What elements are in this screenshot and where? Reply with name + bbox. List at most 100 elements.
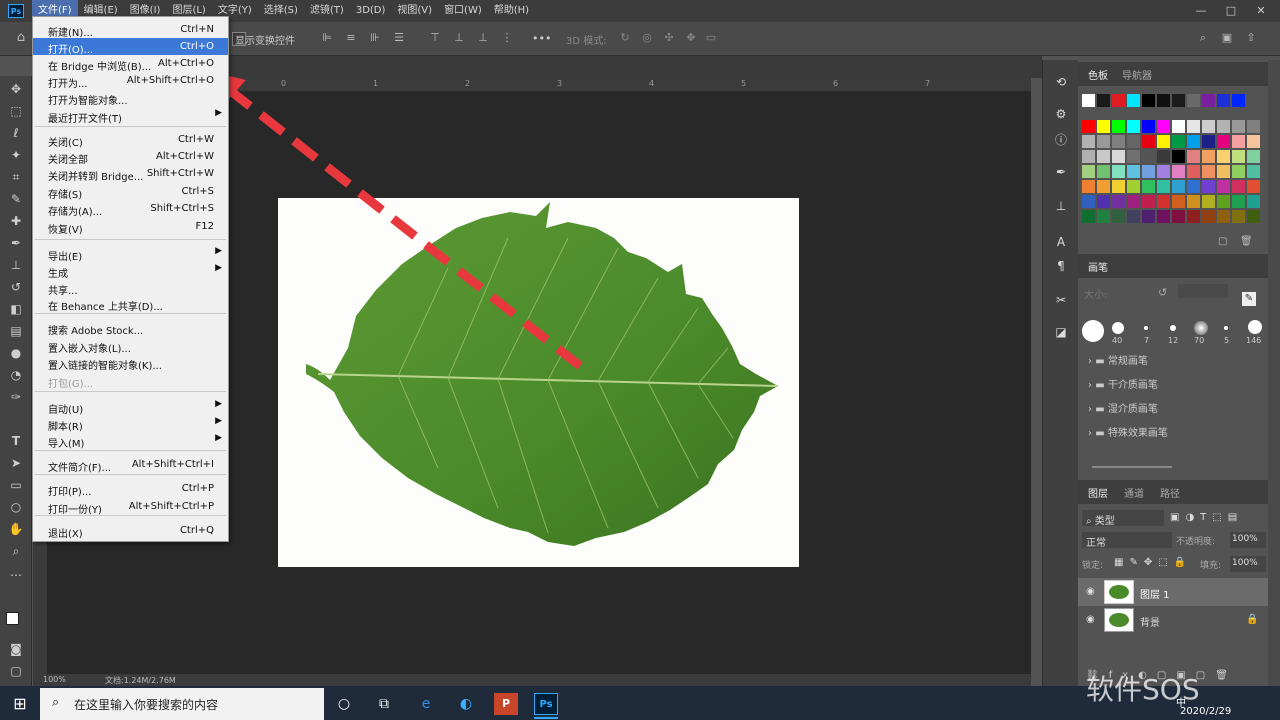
file-menu-item-close-all[interactable]: 关闭全部 Alt+Ctrl+W	[33, 148, 228, 166]
color-swatch[interactable]	[1082, 150, 1095, 163]
color-swatch[interactable]	[1217, 210, 1230, 223]
zoom-tool-icon[interactable]: ⌕	[6, 542, 26, 560]
drag-3d-icon[interactable]: ✣	[662, 31, 676, 45]
color-swatch[interactable]	[1232, 120, 1245, 133]
color-swatch[interactable]	[1247, 210, 1260, 223]
color-swatch[interactable]	[1112, 210, 1125, 223]
brush-settings-icon[interactable]: ✒	[1053, 164, 1069, 180]
file-menu-item-browse-bridge[interactable]: 在 Bridge 中浏览(B)... Alt+Ctrl+O	[33, 55, 228, 73]
brush-preset[interactable]	[1170, 325, 1176, 331]
align-bottom-icon[interactable]: ⊥	[476, 31, 490, 45]
eye-icon[interactable]: ◉	[1086, 614, 1095, 625]
color-swatch[interactable]	[1082, 180, 1095, 193]
color-swatch[interactable]	[1112, 195, 1125, 208]
camera-3d-icon[interactable]: ▭	[704, 31, 718, 45]
align-center-icon[interactable]: ≡	[344, 31, 358, 45]
zoom-level[interactable]: 100%	[43, 675, 66, 684]
windows-start-icon[interactable]: ⊞	[8, 693, 32, 715]
color-swatch[interactable]	[1247, 120, 1260, 133]
file-menu-item-automate[interactable]: 自动(U) ▶	[33, 398, 228, 416]
brush-preset[interactable]	[1112, 322, 1124, 334]
color-swatch[interactable]	[1157, 120, 1170, 133]
brush-preset[interactable]	[1144, 326, 1148, 330]
color-swatch[interactable]	[1097, 120, 1110, 133]
eyedropper-tool-icon[interactable]: ✎	[6, 190, 26, 208]
color-swatch[interactable]	[1112, 135, 1125, 148]
color-swatch[interactable]	[1187, 94, 1200, 107]
color-swatch[interactable]	[1232, 150, 1245, 163]
taskbar-search-box[interactable]: ⌕ 在这里输入你要搜索的内容	[40, 688, 324, 720]
tab-brushes[interactable]: 画笔	[1088, 259, 1108, 274]
color-swatch[interactable]	[1247, 180, 1260, 193]
libraries-icon[interactable]: ◪	[1053, 324, 1069, 340]
move-tool-icon[interactable]: ✥	[6, 80, 26, 98]
more-options-button[interactable]: •••	[532, 32, 551, 45]
menu-select[interactable]: 选择(S)	[258, 0, 304, 22]
color-swatch[interactable]	[1157, 195, 1170, 208]
slide-3d-icon[interactable]: ✥	[684, 31, 698, 45]
brush-preset-large[interactable]	[1082, 320, 1104, 342]
file-menu-item-open-as[interactable]: 打开为... Alt+Shift+Ctrl+O	[33, 72, 228, 90]
lock-icons[interactable]: ▦✎✥⬚🔒	[1114, 557, 1192, 568]
color-swatch[interactable]	[1112, 94, 1125, 107]
file-menu-item-revert[interactable]: 恢复(V) F12	[33, 218, 228, 236]
color-swatch[interactable]	[1097, 195, 1110, 208]
color-swatch[interactable]	[1202, 210, 1215, 223]
color-swatch[interactable]	[1142, 150, 1155, 163]
color-swatch[interactable]	[1247, 135, 1260, 148]
color-swatch[interactable]	[1097, 210, 1110, 223]
color-swatch[interactable]	[1232, 180, 1245, 193]
minimize-button[interactable]: —	[1186, 0, 1216, 22]
color-swatch[interactable]	[1187, 135, 1200, 148]
info-icon[interactable]: ⓘ	[1053, 132, 1069, 148]
color-swatch[interactable]	[1247, 150, 1260, 163]
color-swatch[interactable]	[1202, 180, 1215, 193]
color-swatch[interactable]	[1142, 94, 1155, 107]
color-swatch[interactable]	[1232, 195, 1245, 208]
file-menu-item-search-adobe-stock[interactable]: 搜索 Adobe Stock...	[33, 319, 228, 337]
color-swatch[interactable]	[1202, 135, 1215, 148]
file-menu-item-share[interactable]: 共享...	[33, 279, 228, 297]
color-swatch[interactable]	[1157, 210, 1170, 223]
color-swatch[interactable]	[1082, 195, 1095, 208]
reset-icon[interactable]: ↺	[1158, 286, 1167, 299]
align-left-icon[interactable]: ⊫	[320, 31, 334, 45]
color-swatch[interactable]	[1112, 150, 1125, 163]
color-swatch[interactable]	[1217, 150, 1230, 163]
color-swatch[interactable]	[1202, 120, 1215, 133]
close-button[interactable]: ✕	[1246, 0, 1276, 22]
color-swatch[interactable]	[1172, 120, 1185, 133]
file-menu-item-save[interactable]: 存储(S) Ctrl+S	[33, 183, 228, 201]
home-icon[interactable]: ⌂	[14, 31, 28, 45]
clone-source-icon[interactable]: ⊥	[1053, 198, 1069, 214]
file-menu-item-exit[interactable]: 退出(X) Ctrl+Q	[33, 522, 228, 540]
blend-mode-select[interactable]: 正常	[1082, 532, 1172, 549]
color-swatch[interactable]	[1217, 165, 1230, 178]
color-swatch[interactable]	[1127, 135, 1140, 148]
file-menu-item-place-linked[interactable]: 置入链接的智能对象(K)...	[33, 354, 228, 372]
tab-layers[interactable]: 图层	[1088, 485, 1108, 500]
swatch-grid[interactable]	[1082, 94, 1262, 234]
browser-icon[interactable]: ◐	[454, 693, 478, 715]
brush-group-general[interactable]: › ▬ 常规画笔	[1088, 352, 1268, 372]
color-swatch[interactable]	[1187, 195, 1200, 208]
color-swatch[interactable]	[1157, 180, 1170, 193]
rectangle-tool-icon[interactable]: ▭	[6, 476, 26, 494]
color-swatch[interactable]	[1172, 165, 1185, 178]
color-swatch[interactable]	[1217, 120, 1230, 133]
color-swatch[interactable]	[1187, 120, 1200, 133]
edge-icon[interactable]: e	[414, 693, 438, 715]
color-swatch[interactable]	[1202, 195, 1215, 208]
color-swatch[interactable]	[1112, 165, 1125, 178]
color-swatch[interactable]	[1202, 150, 1215, 163]
menu-window[interactable]: 窗口(W)	[438, 0, 488, 22]
color-swatch[interactable]	[1097, 180, 1110, 193]
history-brush-tool-icon[interactable]: ↺	[6, 278, 26, 296]
file-menu-item-import[interactable]: 导入(M) ▶	[33, 432, 228, 450]
quick-mask-icon[interactable]: ◙	[6, 640, 26, 658]
delete-swatch-icon[interactable]: 🗑	[1240, 236, 1253, 247]
hand-tool-icon[interactable]: ✋	[6, 520, 26, 538]
document-canvas[interactable]	[278, 198, 799, 567]
new-brush-icon[interactable]: ✎	[1242, 292, 1256, 306]
magic-wand-tool-icon[interactable]: ✦	[6, 146, 26, 164]
